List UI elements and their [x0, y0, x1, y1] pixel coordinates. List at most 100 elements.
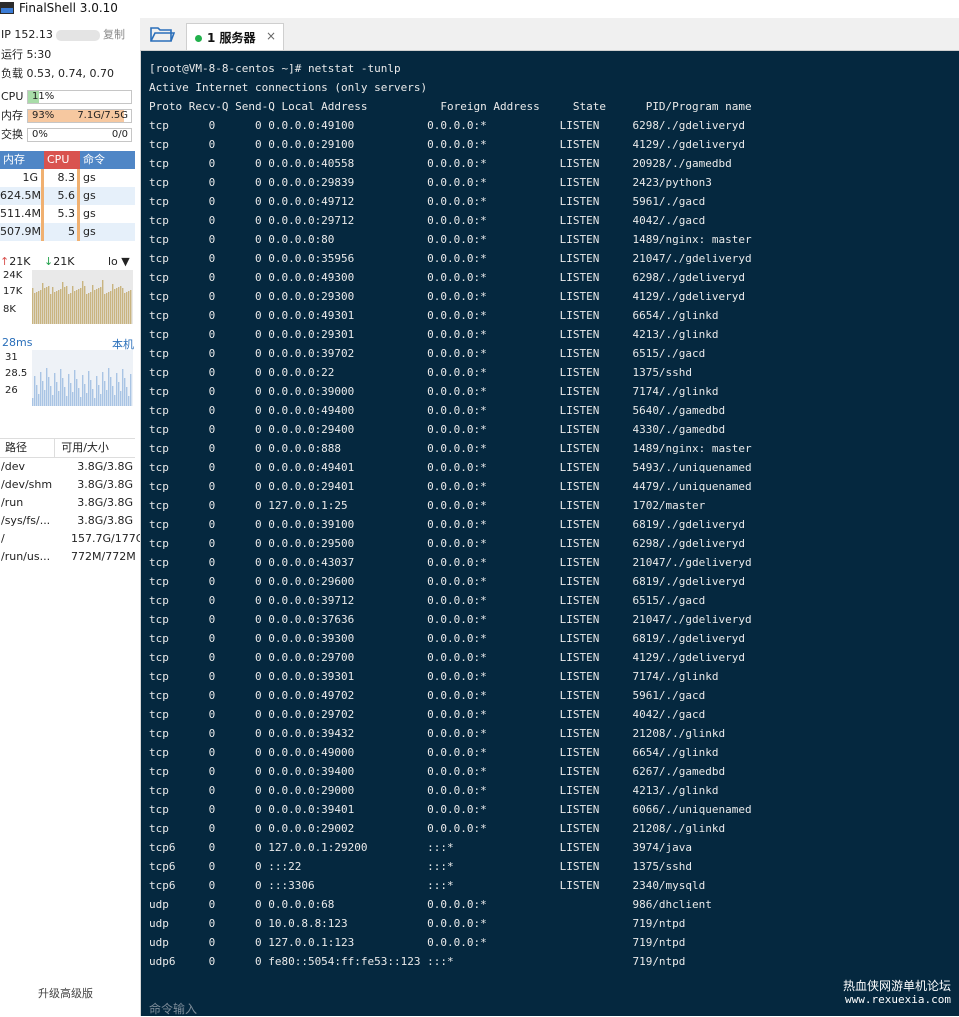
latency-graph-bar	[40, 372, 42, 406]
netstat-row: tcp 0 0 0.0.0.0:80 0.0.0.0:* LISTEN 1489…	[149, 233, 752, 246]
process-mem: 624.5M	[0, 187, 44, 205]
network-graph-bar	[98, 288, 100, 324]
latency-graph-bar	[110, 377, 112, 406]
network-graph-bar	[54, 292, 56, 324]
disk-path: /run/us...	[1, 550, 51, 563]
connected-status-icon	[195, 35, 202, 42]
netstat-row: tcp 0 0 0.0.0.0:37636 0.0.0.0:* LISTEN 2…	[149, 613, 752, 626]
network-graph-bar	[124, 293, 126, 324]
process-command: gs	[83, 189, 96, 202]
netstat-row: tcp 0 0 127.0.0.1:25 0.0.0.0:* LISTEN 17…	[149, 499, 706, 512]
process-row[interactable]: 511.4M 5.3 gs	[0, 205, 135, 223]
process-command: gs	[83, 171, 96, 184]
interface-value: lo	[108, 255, 118, 268]
disk-row[interactable]: /sys/fs/... 3.8G/3.8G	[0, 512, 135, 530]
disk-row[interactable]: /run 3.8G/3.8G	[0, 494, 135, 512]
command-input[interactable]: 命令输入	[149, 1000, 197, 1017]
sort-memory-header[interactable]: 内存	[0, 151, 44, 169]
netstat-row: tcp 0 0 0.0.0.0:29839 0.0.0.0:* LISTEN 2…	[149, 176, 712, 189]
arrow-down-icon: ↓	[44, 255, 54, 268]
network-graph-bar	[86, 294, 88, 324]
uptime-text: 运行 5:30	[1, 48, 52, 61]
netstat-row: tcp 0 0 0.0.0.0:39300 0.0.0.0:* LISTEN 6…	[149, 632, 746, 645]
disk-row[interactable]: /dev 3.8G/3.8G	[0, 458, 135, 476]
netstat-row: tcp 0 0 0.0.0.0:39400 0.0.0.0:* LISTEN 6…	[149, 765, 726, 778]
folder-icon[interactable]	[149, 24, 175, 44]
process-cpu: 8.3	[44, 169, 80, 187]
disk-row[interactable]: /run/us... 772M/772M	[0, 548, 136, 566]
upgrade-button[interactable]: 升级高级版	[38, 985, 93, 1001]
disk-path-header[interactable]: 路径	[0, 439, 56, 457]
sort-command-header[interactable]: 命令	[80, 151, 135, 169]
swap-percent: 0%	[32, 129, 48, 140]
process-row[interactable]: 507.9M 5 gs	[0, 223, 135, 241]
latency-graph-bar	[82, 375, 84, 406]
network-graph-bar	[92, 285, 94, 324]
netstat-row: tcp6 0 0 :::22 :::* LISTEN 1375/sshd	[149, 860, 693, 873]
memory-meter: 93% 7.1G/7.5G	[27, 109, 132, 123]
latency-graph-bar	[80, 397, 82, 406]
latency-graph-bar	[94, 398, 96, 406]
latency-graph-bar	[34, 376, 36, 406]
interface-select[interactable]: lo ▼	[108, 254, 130, 270]
network-graph-bar	[80, 288, 82, 324]
latency-graph-bar	[128, 396, 130, 406]
sort-cpu-header[interactable]: CPU	[44, 151, 80, 169]
latency-graph-bar	[84, 384, 86, 406]
terminal[interactable]: [root@VM-8-8-centos ~]# netstat -tunlp A…	[141, 51, 959, 1016]
network-graph-bar	[74, 291, 76, 324]
netstat-row: tcp 0 0 0.0.0.0:49000 0.0.0.0:* LISTEN 6…	[149, 746, 719, 759]
latency-graph-bar	[68, 374, 70, 406]
network-graph-bar	[88, 293, 90, 324]
net-up-value: 21K	[9, 255, 31, 268]
disk-size: 3.8G/3.8G	[77, 514, 133, 527]
disk-path: /sys/fs/...	[1, 514, 51, 527]
latency-graph-bar	[72, 392, 74, 406]
network-graph-bar	[116, 288, 118, 324]
latency-graph-bar	[42, 381, 44, 406]
process-command: gs	[83, 225, 96, 238]
net-down-value: 21K	[53, 255, 75, 268]
disk-row[interactable]: / 157.7G/177G	[0, 530, 140, 548]
netstat-row: tcp 0 0 0.0.0.0:39702 0.0.0.0:* LISTEN 6…	[149, 347, 706, 360]
network-graph-bar	[82, 281, 84, 324]
cpu-meter: 11%	[27, 90, 132, 104]
disk-size: 3.8G/3.8G	[77, 478, 133, 491]
process-mem: 507.9M	[0, 223, 44, 241]
latency-graph-bar	[46, 368, 48, 406]
latency-graph-bar	[120, 391, 122, 406]
latency-graph-bar	[54, 373, 56, 406]
latency-graph-svg	[32, 368, 132, 406]
network-graph-bar	[48, 286, 50, 324]
netstat-row: tcp 0 0 0.0.0.0:39000 0.0.0.0:* LISTEN 7…	[149, 385, 719, 398]
netstat-row: tcp 0 0 0.0.0.0:29500 0.0.0.0:* LISTEN 6…	[149, 537, 746, 550]
tab-server-1[interactable]: 1 服务器 ×	[186, 23, 284, 50]
process-row[interactable]: 1G 8.3 gs	[0, 169, 135, 187]
netstat-row: tcp 0 0 0.0.0.0:39301 0.0.0.0:* LISTEN 7…	[149, 670, 719, 683]
network-graph-bar	[112, 284, 114, 324]
close-icon[interactable]: ×	[266, 29, 276, 43]
netstat-row: udp 0 0 10.0.8.8:123 0.0.0.0:* 719/ntpd	[149, 917, 686, 930]
netstat-row: tcp 0 0 0.0.0.0:29300 0.0.0.0:* LISTEN 4…	[149, 290, 746, 303]
network-graph-bar	[40, 290, 42, 324]
network-graph-bar	[94, 290, 96, 324]
netstat-row: tcp 0 0 0.0.0.0:22 0.0.0.0:* LISTEN 1375…	[149, 366, 693, 379]
latency-graph-bar	[64, 387, 66, 406]
netstat-header: Proto Recv-Q Send-Q Local Address Foreig…	[149, 100, 752, 113]
latency-graph-bar	[124, 378, 126, 406]
disk-size-header[interactable]: 可用/大小	[55, 439, 135, 457]
netstat-row: tcp 0 0 0.0.0.0:29002 0.0.0.0:* LISTEN 2…	[149, 822, 726, 835]
network-graph-bar	[96, 289, 98, 324]
latency-graph-bar	[86, 393, 88, 406]
network-graph-bar	[62, 282, 64, 324]
disk-path: /dev/shm	[1, 478, 53, 491]
network-graph-bar	[66, 286, 68, 324]
disk-row[interactable]: /dev/shm 3.8G/3.8G	[0, 476, 135, 494]
network-graph-bar	[70, 293, 72, 324]
cpu-label: CPU	[1, 90, 24, 103]
process-row[interactable]: 624.5M 5.6 gs	[0, 187, 135, 205]
netstat-row: tcp 0 0 0.0.0.0:40558 0.0.0.0:* LISTEN 2…	[149, 157, 732, 170]
swap-detail: 0/0	[111, 129, 128, 140]
copy-ip-button[interactable]: 复制	[103, 26, 125, 44]
net-down: ↓21K	[44, 254, 74, 270]
